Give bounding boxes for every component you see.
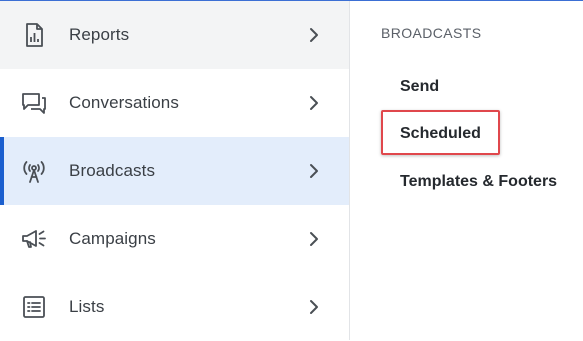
chevron-right-icon	[306, 231, 322, 247]
sidebar-nav: Reports Conversations Broadcasts Campaig…	[0, 1, 350, 340]
chevron-right-icon	[306, 163, 322, 179]
submenu-title: BROADCASTS	[381, 25, 482, 41]
sidebar-item-campaigns[interactable]: Campaigns	[0, 205, 349, 273]
submenu-item-scheduled[interactable]: Scheduled	[400, 125, 481, 143]
chevron-right-icon	[306, 27, 322, 43]
sidebar-item-broadcasts[interactable]: Broadcasts	[0, 137, 349, 205]
sidebar-item-conversations[interactable]: Conversations	[0, 69, 349, 137]
conversations-icon	[20, 89, 48, 117]
list-icon	[20, 293, 48, 321]
sidebar-item-label: Broadcasts	[69, 161, 156, 180]
sidebar-item-label: Reports	[69, 25, 130, 44]
submenu-item-send[interactable]: Send	[400, 78, 439, 96]
chevron-right-icon	[306, 95, 322, 111]
sidebar-item-label: Conversations	[69, 93, 179, 112]
submenu-item-templates-footers[interactable]: Templates & Footers	[400, 173, 557, 191]
megaphone-icon	[20, 225, 48, 253]
sidebar-item-label: Lists	[69, 297, 105, 316]
reports-icon	[20, 21, 48, 49]
sidebar-item-lists[interactable]: Lists	[0, 273, 349, 341]
broadcasts-submenu: BROADCASTS Send Scheduled Templates & Fo…	[350, 1, 583, 340]
sidebar-item-reports[interactable]: Reports	[0, 1, 349, 69]
broadcast-icon	[20, 157, 48, 185]
sidebar-item-label: Campaigns	[69, 229, 156, 248]
chevron-right-icon	[306, 299, 322, 315]
